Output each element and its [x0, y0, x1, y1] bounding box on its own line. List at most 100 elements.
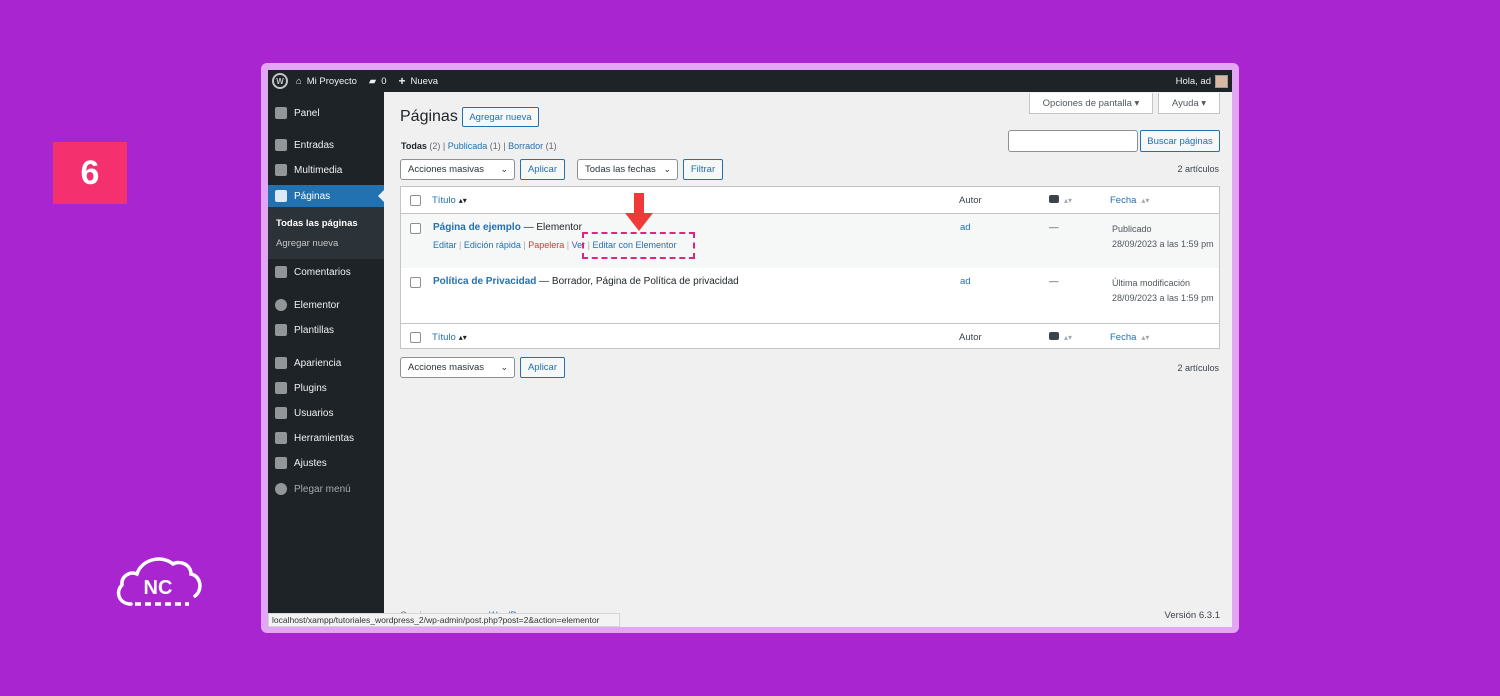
- page-title: Páginas: [400, 108, 458, 125]
- arrow-down-icon: [625, 193, 653, 231]
- home-icon: ⌂: [296, 75, 302, 87]
- status-filter-links: Todas (2) | Publicada (1) | Borrador (1): [401, 141, 557, 151]
- media-icon: [275, 164, 287, 176]
- sidebar-item-paginas[interactable]: Páginas: [268, 185, 384, 207]
- author-link[interactable]: ad: [960, 222, 971, 233]
- sort-arrows-icon: ▴▾: [1064, 196, 1073, 205]
- admin-bar: W ⌂ Mi Proyecto ▰ 0 + Nueva Hola, ad: [268, 70, 1232, 92]
- pin-icon: [275, 139, 287, 151]
- edit-link[interactable]: Editar: [433, 240, 457, 250]
- column-author: Autor: [959, 332, 982, 343]
- help-button[interactable]: Ayuda ▾: [1158, 93, 1220, 114]
- sidebar-item-entradas[interactable]: Entradas: [268, 135, 384, 155]
- sidebar-item-elementor[interactable]: Elementor: [268, 295, 384, 315]
- view-all[interactable]: Todas: [401, 141, 427, 151]
- search-pages-button[interactable]: Buscar páginas: [1140, 130, 1220, 152]
- author-link[interactable]: ad: [960, 276, 971, 287]
- brush-icon: [275, 357, 287, 369]
- row-title: Política de Privacidad — Borrador, Págin…: [433, 276, 739, 287]
- column-title-sort[interactable]: Título ▴▾: [432, 332, 467, 343]
- sidebar-item-panel[interactable]: Panel: [268, 103, 384, 123]
- trash-link[interactable]: Papelera: [528, 240, 564, 250]
- comment-bubble-icon: ▰: [368, 75, 377, 87]
- column-date-sort[interactable]: Fecha ▴▾: [1110, 332, 1149, 343]
- table-footer: Título ▴▾ Autor ▴▾ Fecha ▴▾: [401, 323, 1219, 349]
- table-row: Política de Privacidad — Borrador, Págin…: [401, 268, 1219, 323]
- pages-submenu: Todas las páginas Agregar nueva: [268, 207, 384, 259]
- collapse-menu-button[interactable]: Plegar menú: [268, 479, 384, 499]
- user-icon: [275, 407, 287, 419]
- bulk-actions-select-bottom[interactable]: Acciones masivas ⌄: [400, 357, 515, 378]
- select-all-checkbox[interactable]: [410, 332, 421, 343]
- submenu-add-new[interactable]: Agregar nueva: [276, 238, 338, 249]
- wordpress-logo-icon[interactable]: W: [272, 73, 288, 89]
- table-row: Página de ejemplo — Elementor Editar | E…: [401, 214, 1219, 268]
- apply-button-top[interactable]: Aplicar: [520, 159, 565, 180]
- column-comments-sort[interactable]: ▴▾: [1049, 332, 1072, 343]
- pages-table: Título ▴▾ Autor ▴▾ Fecha ▴▾ Página de ejem…: [400, 186, 1220, 349]
- column-title-sort[interactable]: Título ▴▾: [432, 195, 467, 206]
- sidebar-item-ajustes[interactable]: Ajustes: [268, 453, 384, 473]
- sidebar-item-plugins[interactable]: Plugins: [268, 378, 384, 398]
- chevron-down-icon: ⌄: [500, 164, 508, 174]
- page-title-link[interactable]: Política de Privacidad: [433, 276, 536, 287]
- items-count-top: 2 artículos: [1177, 164, 1219, 174]
- account-menu[interactable]: Hola, ad: [1176, 70, 1228, 92]
- comment-bubble-icon: [1049, 332, 1059, 340]
- chevron-down-icon: ⌄: [500, 362, 508, 372]
- pages-icon: [275, 190, 287, 202]
- sidebar-item-herramientas[interactable]: Herramientas: [268, 428, 384, 448]
- comments-link[interactable]: ▰ 0: [369, 76, 387, 87]
- submenu-all-pages[interactable]: Todas las páginas: [276, 218, 358, 229]
- sort-arrows-icon: ▴▾: [458, 196, 467, 205]
- site-name-link[interactable]: ⌂ Mi Proyecto: [296, 76, 357, 87]
- page-title-link[interactable]: Página de ejemplo: [433, 222, 521, 233]
- filter-button[interactable]: Filtrar: [683, 159, 723, 180]
- sidebar-item-multimedia[interactable]: Multimedia: [268, 160, 384, 180]
- screen-options-button[interactable]: Opciones de pantalla ▾: [1029, 93, 1153, 114]
- comment-icon: [275, 266, 287, 278]
- sort-arrows-icon: ▴▾: [1141, 196, 1150, 205]
- sort-arrows-icon: ▴▾: [1141, 333, 1150, 342]
- admin-sidebar: Panel Entradas Multimedia Páginas Todas …: [268, 92, 384, 627]
- browser-screen: W ⌂ Mi Proyecto ▰ 0 + Nueva Hola, ad Pan…: [268, 70, 1232, 627]
- wrench-icon: [275, 432, 287, 444]
- sidebar-item-usuarios[interactable]: Usuarios: [268, 403, 384, 423]
- row-checkbox[interactable]: [410, 223, 421, 234]
- sort-arrows-icon: ▴▾: [1064, 333, 1073, 342]
- date-cell: Publicado 28/09/2023 a las 1:59 pm: [1112, 224, 1214, 249]
- items-count-bottom: 2 artículos: [1177, 363, 1219, 373]
- step-badge: 6: [53, 142, 127, 204]
- select-all-checkbox[interactable]: [410, 195, 421, 206]
- collapse-icon: [275, 483, 287, 495]
- quick-edit-link[interactable]: Edición rápida: [464, 240, 521, 250]
- comments-cell: —: [1049, 222, 1059, 233]
- main-content: Opciones de pantalla ▾ Ayuda ▾ Páginas A…: [384, 92, 1232, 627]
- date-filter-select[interactable]: Todas las fechas ⌄: [577, 159, 678, 180]
- apply-button-bottom[interactable]: Aplicar: [520, 357, 565, 378]
- browser-status-bar: localhost/xampp/tutoriales_wordpress_2/w…: [268, 613, 620, 627]
- comments-cell: —: [1049, 276, 1059, 287]
- search-input[interactable]: [1008, 130, 1138, 152]
- table-header: Título ▴▾ Autor ▴▾ Fecha ▴▾: [401, 187, 1219, 214]
- logo-text: NC: [144, 577, 173, 599]
- folder-icon: [275, 324, 287, 336]
- plus-icon: +: [398, 74, 406, 88]
- dashboard-icon: [275, 107, 287, 119]
- column-date-sort[interactable]: Fecha ▴▾: [1110, 195, 1149, 206]
- view-published[interactable]: Publicada: [448, 141, 488, 151]
- settings-icon: [275, 457, 287, 469]
- plugin-icon: [275, 382, 287, 394]
- view-draft[interactable]: Borrador: [508, 141, 543, 151]
- sidebar-item-apariencia[interactable]: Apariencia: [268, 353, 384, 373]
- elementor-icon: [275, 299, 287, 311]
- column-comments-sort[interactable]: ▴▾: [1049, 195, 1072, 206]
- row-checkbox[interactable]: [410, 277, 421, 288]
- sidebar-item-plantillas[interactable]: Plantillas: [268, 320, 384, 340]
- sidebar-item-comentarios[interactable]: Comentarios: [268, 262, 384, 282]
- avatar: [1215, 74, 1228, 88]
- add-new-page-button[interactable]: Agregar nueva: [462, 107, 539, 127]
- bulk-actions-select-top[interactable]: Acciones masivas ⌄: [400, 159, 515, 180]
- version-text: Versión 6.3.1: [1164, 610, 1220, 621]
- new-content-link[interactable]: + Nueva: [399, 74, 438, 88]
